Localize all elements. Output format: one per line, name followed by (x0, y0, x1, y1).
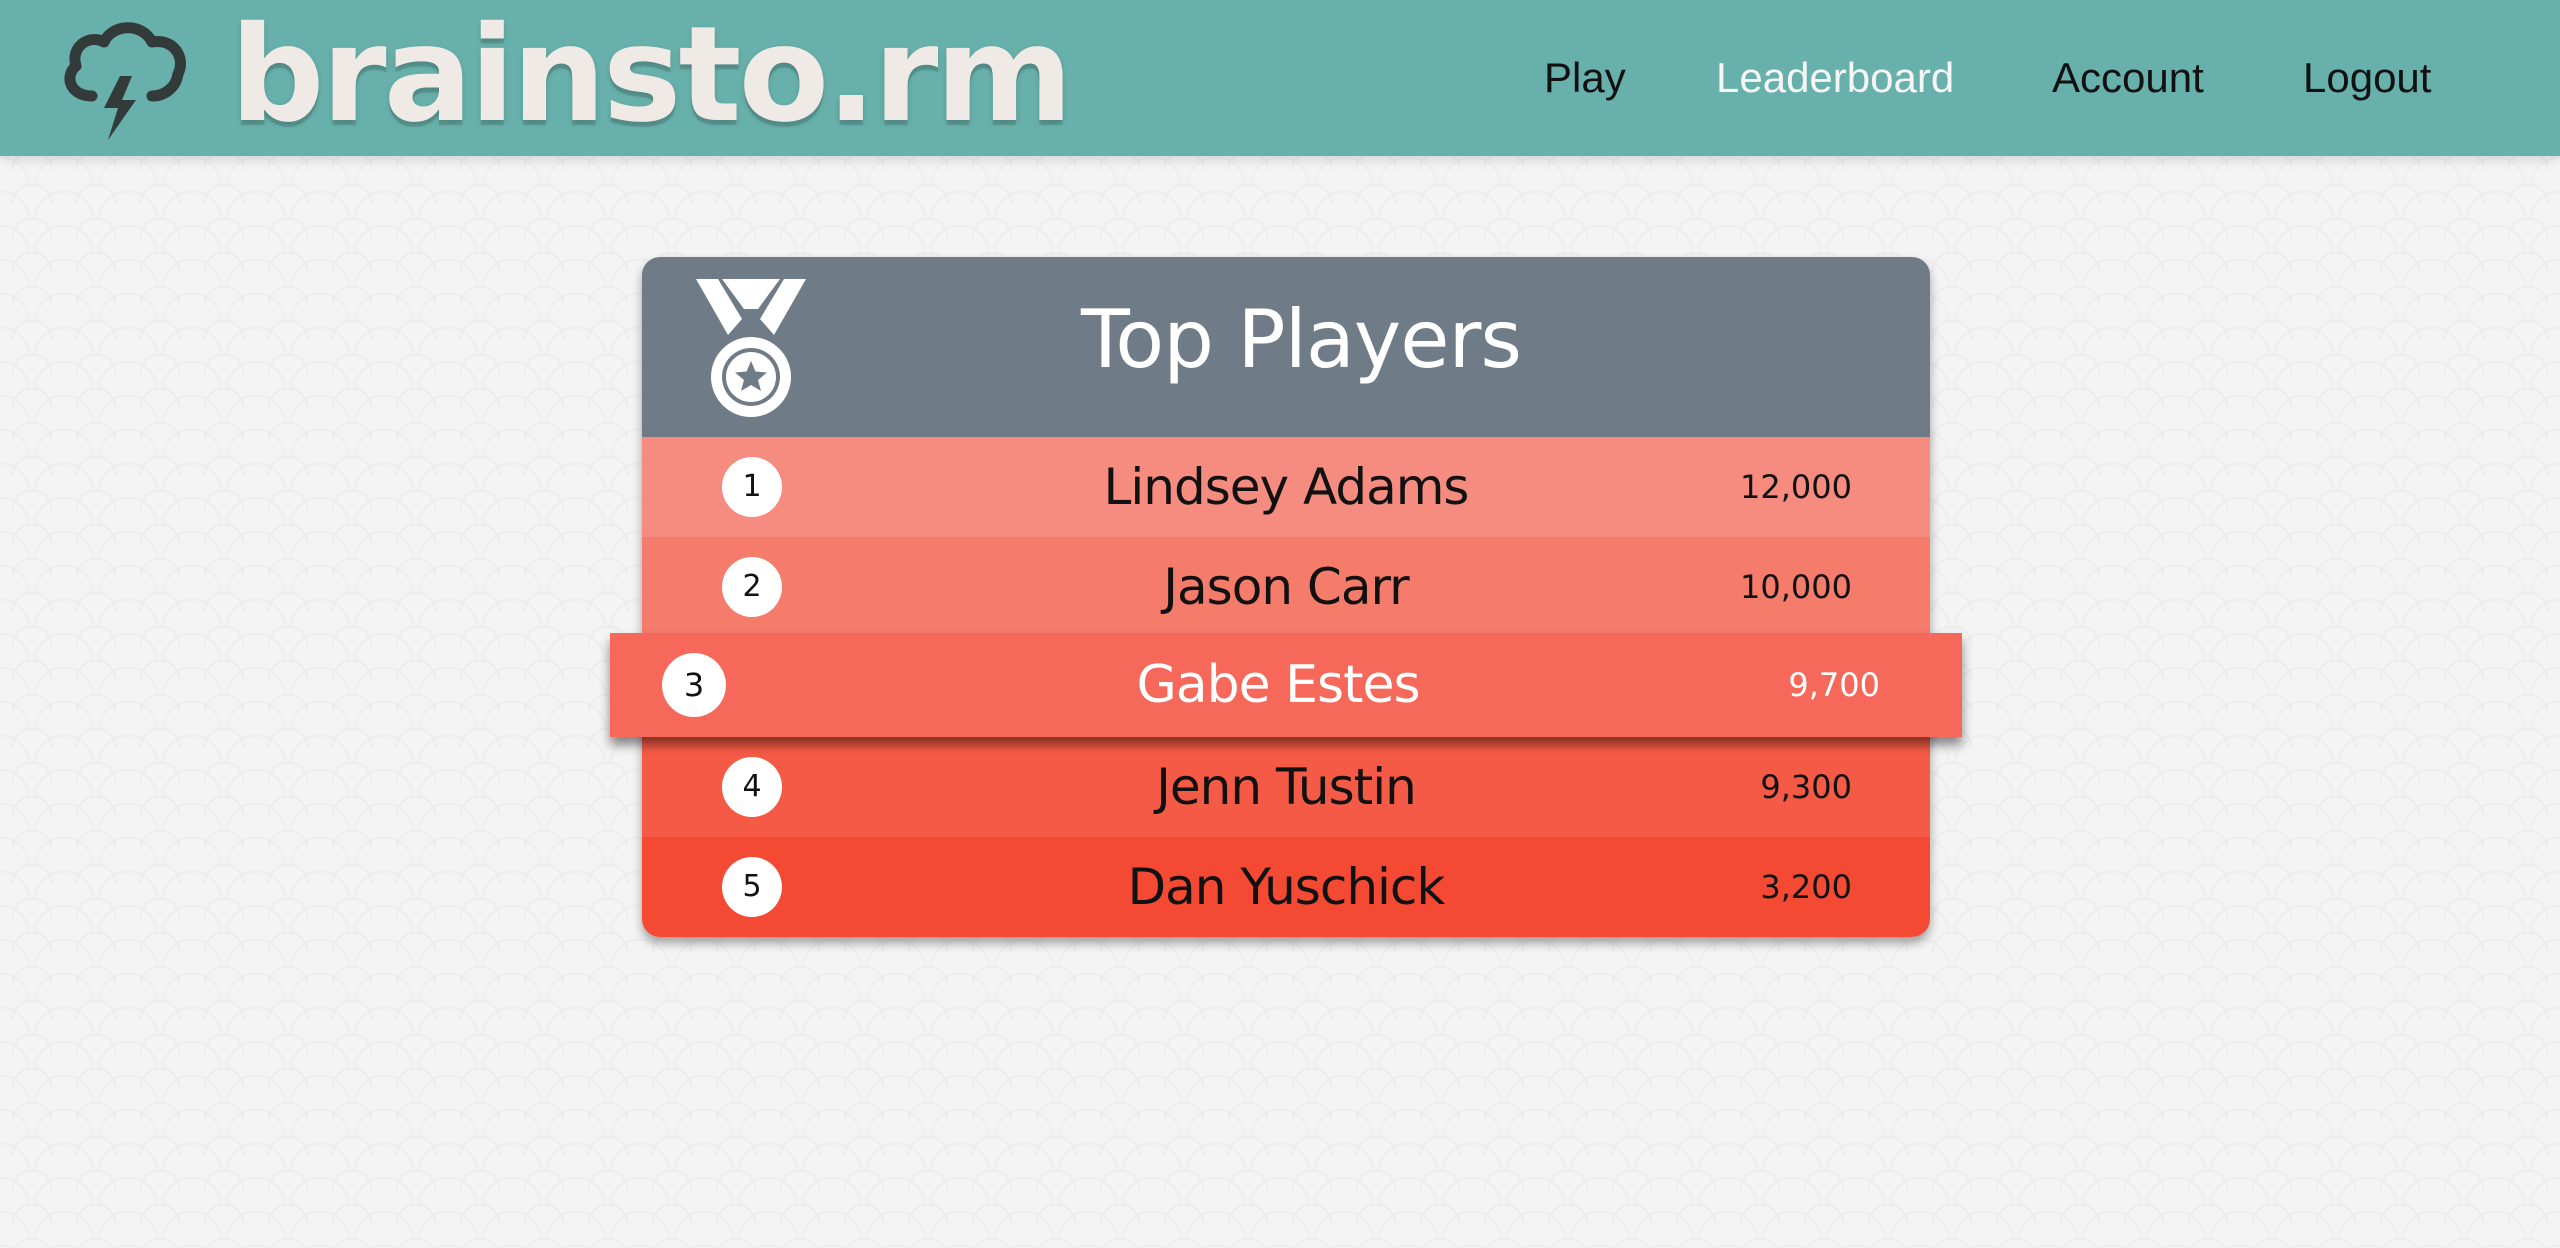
player-score: 12,000 (1740, 468, 1852, 506)
brand-logo-text[interactable]: brainsto.rm (230, 0, 1073, 150)
nav-leaderboard[interactable]: Leaderboard (1716, 0, 1954, 156)
player-row[interactable]: 4 Jenn Tustin 9,300 (642, 737, 1930, 837)
player-row-highlighted[interactable]: 3 Gabe Estes 9,700 (610, 633, 1962, 737)
player-score: 3,200 (1760, 868, 1852, 906)
player-score: 10,000 (1740, 568, 1852, 606)
nav-logout[interactable]: Logout (2303, 0, 2431, 156)
leaderboard-card: Top Players 1 Lindsey Adams 12,000 2 Jas… (610, 257, 1962, 937)
player-row[interactable]: 2 Jason Carr 10,000 (642, 537, 1930, 637)
player-row[interactable]: 1 Lindsey Adams 12,000 (642, 437, 1930, 537)
leaderboard-header: Top Players (642, 257, 1930, 437)
player-row[interactable]: 5 Dan Yuschick 3,200 (642, 837, 1930, 937)
leaderboard-title: Top Players (1080, 293, 1522, 386)
nav-account[interactable]: Account (2052, 0, 2204, 156)
player-name: Lindsey Adams (1103, 458, 1470, 516)
player-name: Jenn Tustin (1156, 758, 1417, 816)
player-score: 9,700 (1788, 666, 1880, 704)
player-name: Gabe Estes (1136, 655, 1420, 715)
player-name: Dan Yuschick (1127, 858, 1446, 916)
nav-play[interactable]: Play (1544, 0, 1626, 156)
top-navbar: brainsto.rm Play Leaderboard Account Log… (0, 0, 2560, 156)
player-score: 9,300 (1760, 768, 1852, 806)
player-name: Jason Carr (1163, 558, 1409, 616)
storm-cloud-lightning-icon[interactable] (56, 10, 188, 142)
